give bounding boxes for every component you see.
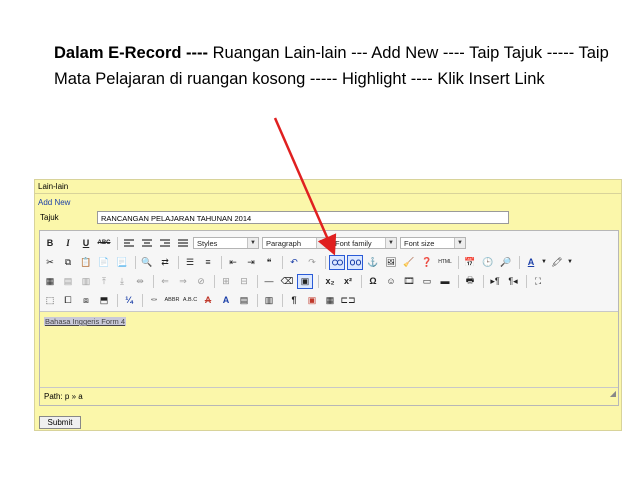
red-arrow <box>273 117 337 256</box>
arrow-annotation <box>273 117 337 256</box>
